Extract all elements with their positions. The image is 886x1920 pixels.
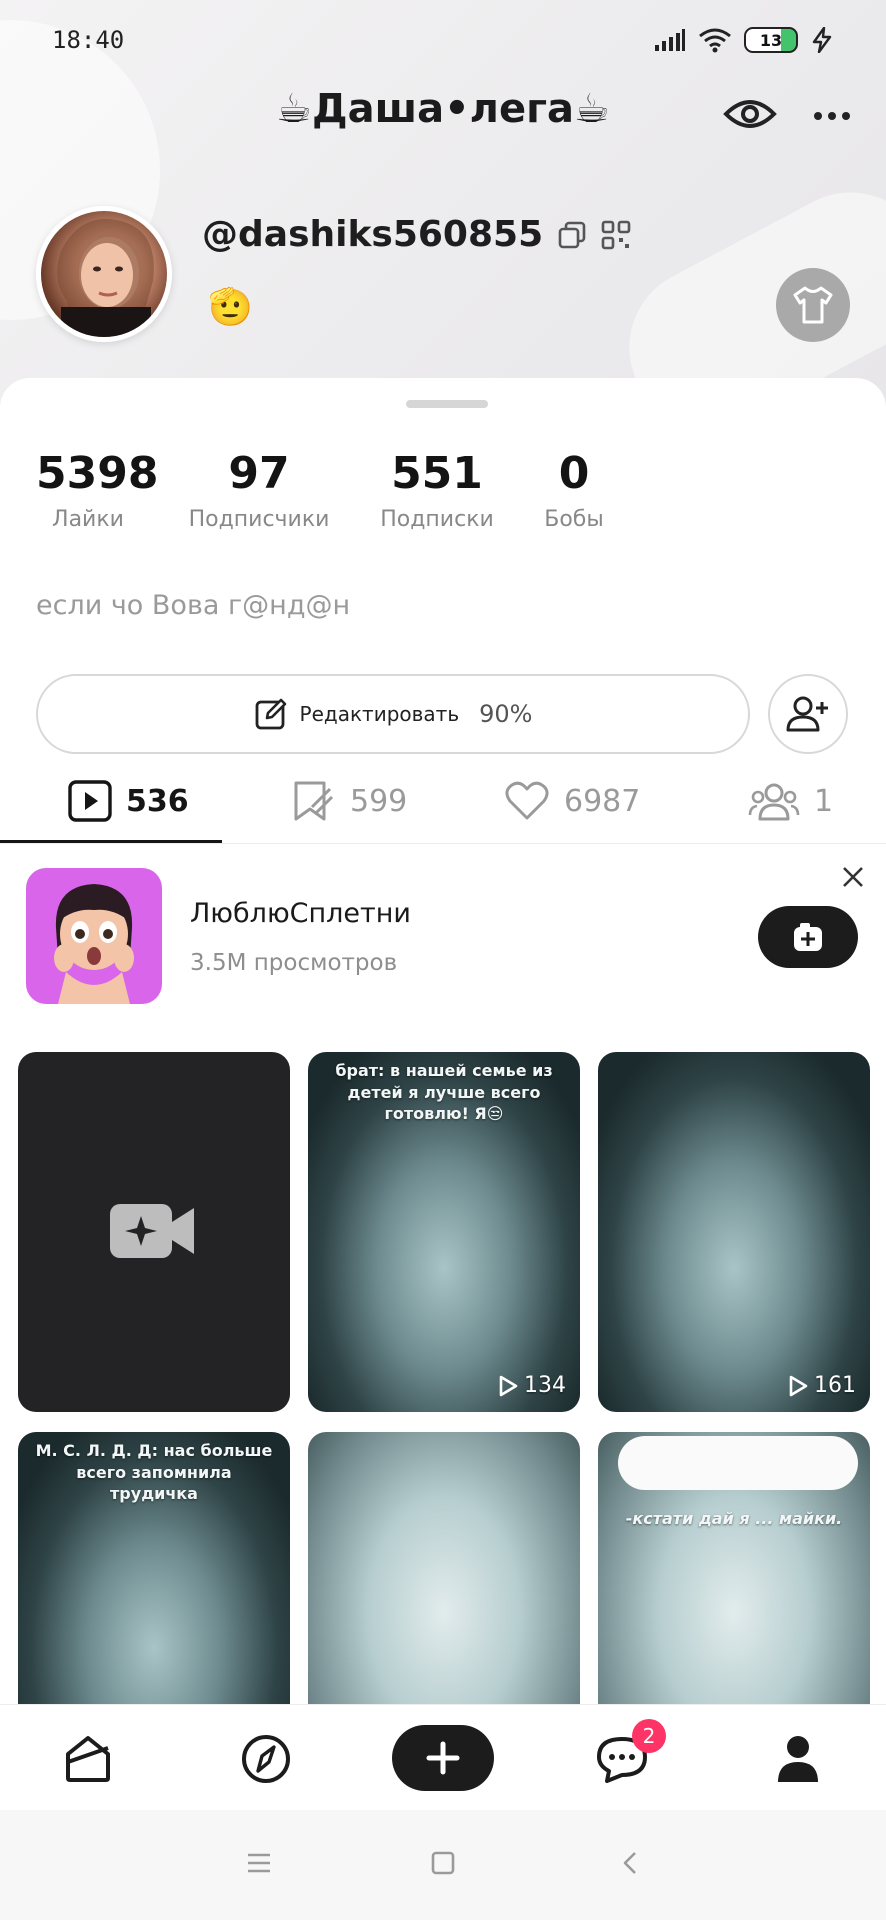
tab-videos[interactable]: 536 (68, 758, 189, 844)
status-bar: 18:40 13 (0, 0, 886, 80)
nav-profile[interactable] (768, 1731, 828, 1787)
heart-icon (505, 781, 549, 820)
views-value: 134 (524, 1373, 566, 1398)
nav-discover[interactable] (236, 1731, 296, 1787)
video-tile[interactable]: 161 (598, 1052, 870, 1412)
bottom-navigation: 2 (0, 1704, 886, 1810)
profile-icon (778, 1736, 818, 1782)
tshirt-icon (793, 286, 833, 324)
tab-count: 6987 (564, 783, 641, 819)
status-emoji: 🫡 (208, 287, 253, 328)
video-caption: брат: в нашей семье из детей я лучше все… (335, 1061, 553, 1124)
profile-bio: если чо Вова г@нд@н (36, 590, 351, 621)
nav-home[interactable] (58, 1731, 118, 1787)
unread-messages-badge: 2 (632, 1719, 666, 1753)
charging-icon (812, 27, 832, 53)
video-view-count: 134 (498, 1373, 566, 1398)
more-options-button[interactable] (808, 96, 856, 136)
edit-profile-button[interactable]: Редактировать 90% (36, 674, 750, 754)
wifi-icon (699, 28, 731, 53)
status-time: 18:40 (52, 26, 125, 54)
promo-banner[interactable]: ЛюблюСплетни 3.5M просмотров (0, 862, 886, 1004)
stat-value: 97 (228, 448, 290, 499)
video-caption: -кстати дай я ... майки. (625, 1509, 843, 1528)
avatar[interactable] (36, 206, 172, 342)
tab-count: 536 (126, 783, 189, 819)
home-square-icon[interactable] (430, 1850, 456, 1876)
redacted-area (618, 1436, 858, 1490)
qr-code-icon[interactable] (601, 220, 631, 250)
profile-stats: 5398 Лайки 97 Подписчики 551 Подписки 0 … (0, 448, 886, 558)
video-caption: М. С. Л. Д. Д: нас больше всего запомнил… (35, 1441, 273, 1504)
view-mode-button[interactable] (722, 92, 778, 136)
promo-views: 3.5M просмотров (190, 950, 398, 976)
stat-label: Бобы (544, 507, 604, 532)
content-tabs: 536 599 6987 1 (0, 758, 886, 844)
add-friend-button[interactable] (768, 674, 848, 754)
status-icons: 13 (654, 27, 834, 53)
tab-liked[interactable]: 6987 (504, 758, 640, 844)
stat-likes[interactable]: 5398 Лайки (36, 448, 159, 532)
promo-action-button[interactable] (758, 906, 858, 968)
create-post-button[interactable] (392, 1725, 494, 1791)
people-icon (748, 783, 800, 821)
outfit-button[interactable] (776, 268, 850, 342)
divider (0, 843, 886, 844)
battery-indicator: 13 (744, 27, 798, 53)
edit-profile-label: Редактировать (299, 702, 460, 726)
plus-icon (426, 1741, 460, 1775)
stat-followers[interactable]: 97 Подписчики (184, 448, 334, 532)
profile-content-card: 5398 Лайки 97 Подписчики 551 Подписки 0 … (0, 378, 886, 1792)
stat-beans[interactable]: 0 Бобы (536, 448, 612, 532)
system-navigation-bar (0, 1810, 886, 1920)
play-icon (499, 1375, 518, 1396)
signal-icon (655, 29, 685, 51)
video-tile[interactable]: брат: в нашей семье из детей я лучше все… (308, 1052, 580, 1412)
battery-level: 13 (759, 30, 783, 50)
edit-icon (255, 698, 286, 730)
play-icon (789, 1375, 808, 1396)
promo-title: ЛюблюСплетни (190, 898, 411, 929)
tab-count: 599 (350, 783, 408, 819)
close-icon[interactable] (838, 862, 868, 892)
home-icon (66, 1736, 110, 1782)
video-add-icon (794, 923, 822, 951)
play-square-icon (68, 780, 112, 822)
drag-handle[interactable] (406, 400, 488, 408)
back-icon[interactable] (620, 1850, 640, 1876)
create-video-tile[interactable] (18, 1052, 290, 1412)
username-handle: @dashiks560855 (202, 214, 544, 255)
stat-following[interactable]: 551 Подписки (372, 448, 502, 532)
cartoon-girl-image (54, 884, 134, 1004)
views-value: 161 (814, 1373, 856, 1398)
compass-icon (242, 1735, 290, 1783)
stat-label: Лайки (52, 507, 124, 532)
copy-icon[interactable] (557, 220, 587, 250)
stat-label: Подписки (380, 507, 494, 532)
video-camera-icon (110, 1204, 194, 1258)
stat-value: 5398 (36, 448, 159, 499)
stat-label: Подписчики (188, 507, 330, 532)
tab-count: 1 (814, 783, 834, 819)
stat-value: 551 (391, 448, 483, 499)
tab-saved[interactable]: 599 (292, 758, 407, 844)
add-user-icon (786, 696, 828, 732)
video-view-count: 161 (788, 1373, 856, 1398)
eye-icon (723, 100, 777, 128)
menu-icon[interactable] (246, 1852, 272, 1874)
bookmark-tag-icon (294, 781, 334, 821)
handle-row: @dashiks560855 (202, 214, 631, 255)
profile-completion: 90% (479, 700, 533, 728)
stat-value: 0 (558, 448, 590, 499)
avatar-photo (57, 219, 154, 337)
tab-friends[interactable]: 1 (748, 758, 833, 844)
promo-thumbnail (26, 868, 162, 1004)
more-dots-icon (814, 112, 850, 120)
